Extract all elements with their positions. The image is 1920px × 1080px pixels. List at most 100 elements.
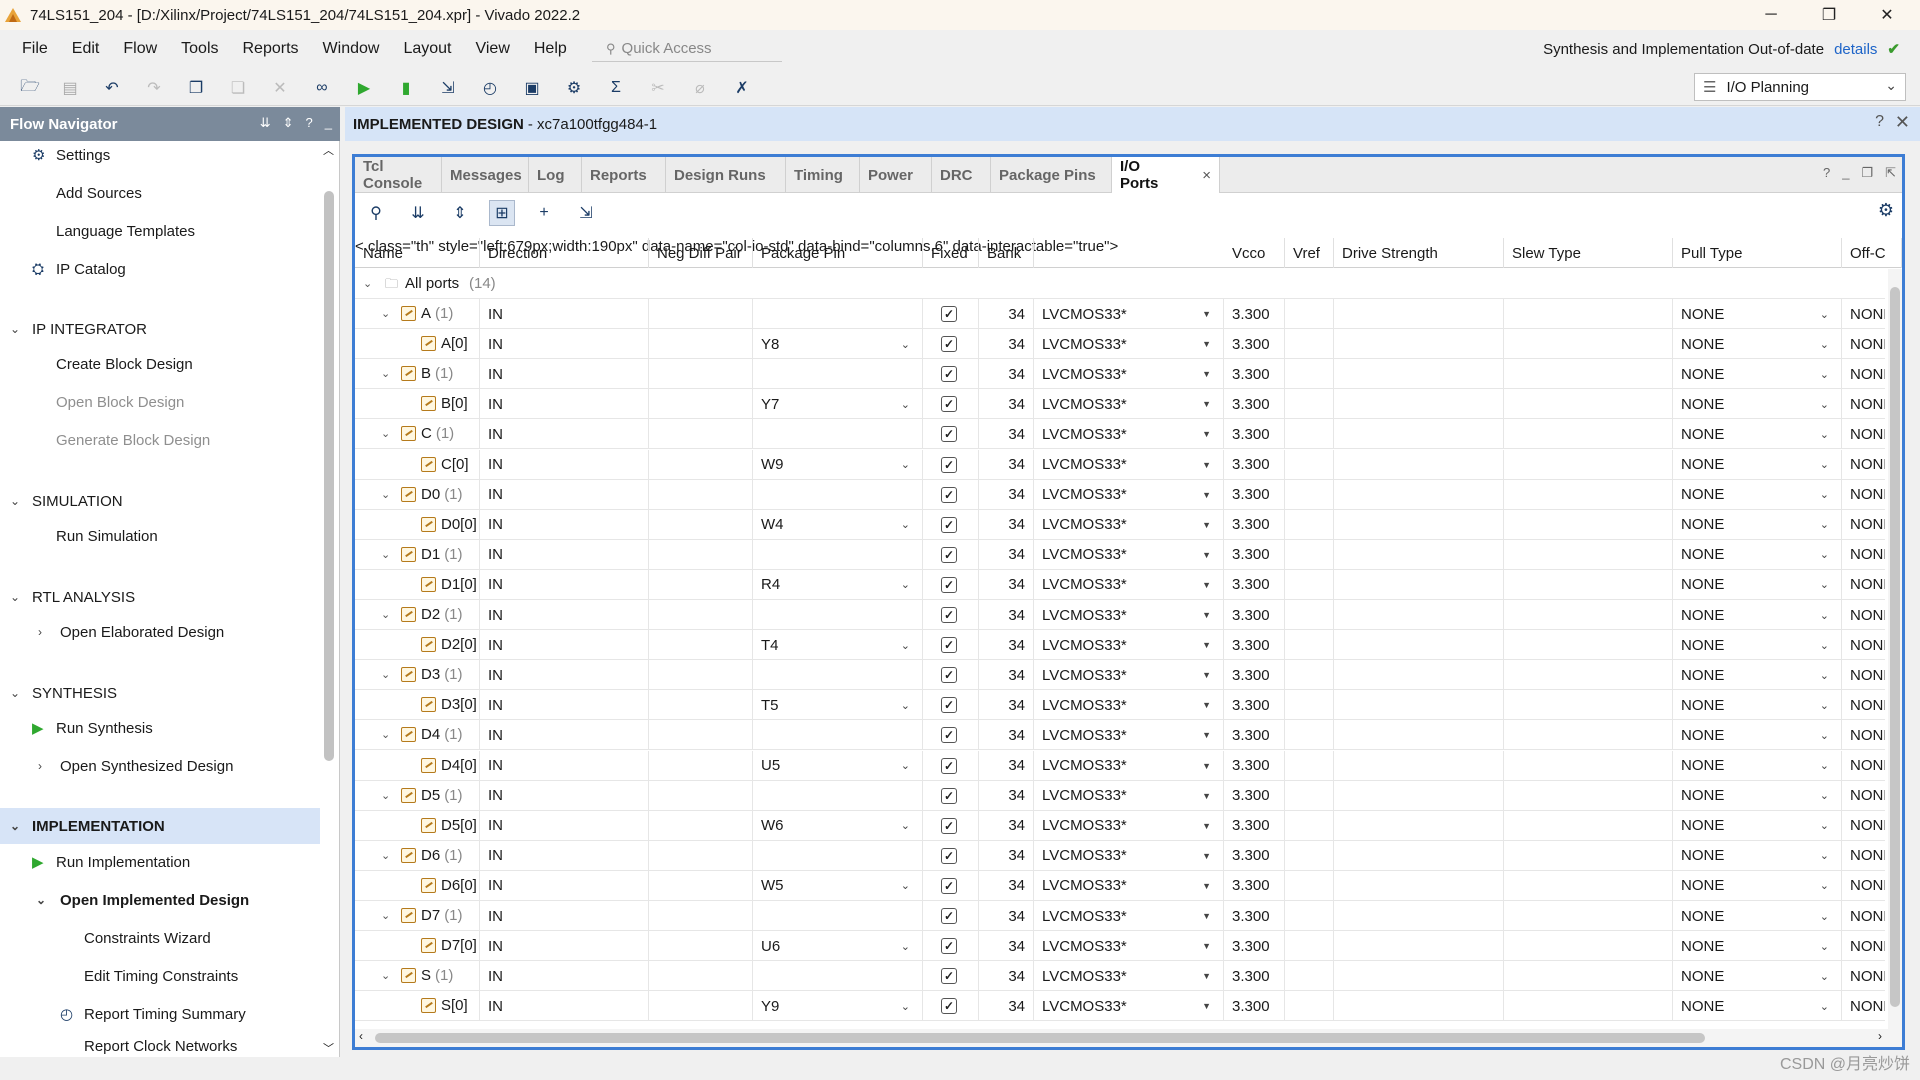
pull-type-cell[interactable]: NONE ⌄ [1673,389,1842,420]
table-vertical-scrollbar[interactable] [1888,269,1902,1029]
details-link[interactable]: details [1834,41,1877,58]
col-name[interactable]: Name [355,238,480,268]
pull-type-cell[interactable]: NONE ⌄ [1673,569,1842,600]
nav-run-implementation[interactable]: ▶ Run Implementation [0,844,320,880]
col-pull-type[interactable]: Pull Type [1673,238,1842,268]
chevron-down-icon[interactable]: ⌄ [901,458,910,471]
nav-open-synthesized-design[interactable]: › Open Synthesized Design [0,748,320,784]
table-row[interactable]: D5[0]INW6⌄✓34LVCMOS33*▼3.300NONE⌄NONE [355,810,1885,841]
chevron-down-icon[interactable]: ⌄ [901,759,910,772]
chevron-down-icon[interactable]: ⌄ [1820,940,1829,953]
expand-all-icon[interactable]: ⇕ [447,200,473,226]
paste-icon[interactable]: ❏ [226,76,250,100]
open-project-icon[interactable]: 🗁 [18,76,42,100]
menu-help[interactable]: Help [522,40,579,58]
nav-section-ip-integrator[interactable]: ⌄ IP INTEGRATOR [0,311,320,347]
drive-strength-cell[interactable] [1334,750,1504,781]
chevron-down-icon[interactable]: ⌄ [1820,488,1829,501]
pull-type-cell[interactable]: NONE ⌄ [1673,630,1842,661]
chevron-right-icon[interactable]: › [1878,1029,1882,1043]
drive-strength-cell[interactable] [1334,419,1504,450]
chevron-down-icon[interactable]: ⌄ [1820,879,1829,892]
collapse-all-icon[interactable]: ⇊ [260,115,271,131]
dropdown-arrow-icon[interactable]: ▼ [1202,399,1211,409]
package-pin-cell[interactable]: W9 ⌄ [753,449,923,480]
fixed-cell[interactable]: ✓ [923,600,979,630]
dropdown-arrow-icon[interactable]: ▼ [1202,580,1211,590]
help-icon[interactable]: ? [306,115,313,131]
pull-type-cell[interactable]: NONE ⌄ [1673,690,1842,721]
package-pin-cell[interactable]: R4 ⌄ [753,569,923,600]
package-pin-cell[interactable]: W5 ⌄ [753,870,923,901]
fixed-cell[interactable]: ✓ [923,780,979,811]
nav-report-clock-networks[interactable]: Report Clock Networks [0,1034,320,1054]
help-icon[interactable]: ? [1823,165,1830,181]
pull-type-cell[interactable]: NONE ⌄ [1673,750,1842,781]
float-icon[interactable]: ⇱ [1885,165,1896,181]
io-std-cell[interactable]: LVCMOS33* ▼ [1034,901,1224,931]
fixed-cell[interactable]: ✓ [923,539,979,570]
drive-strength-cell[interactable] [1334,720,1504,751]
slew-type-cell[interactable] [1504,299,1673,329]
io-std-cell[interactable]: LVCMOS33* ▼ [1034,630,1224,661]
fixed-checkbox[interactable]: ✓ [941,908,957,924]
slew-type-cell[interactable] [1504,660,1673,691]
dropdown-arrow-icon[interactable]: ▼ [1202,761,1211,771]
table-row[interactable]: D0[0]INW4⌄✓34LVCMOS33*▼3.300NONE⌄NONE [355,509,1885,540]
fixed-cell[interactable]: ✓ [923,329,979,360]
table-row[interactable]: B[0]INY7⌄✓34LVCMOS33*▼3.300NONE⌄NONE [355,389,1885,420]
nav-constraints-wizard[interactable]: Constraints Wizard [0,920,320,956]
drive-strength-cell[interactable] [1334,329,1504,360]
io-std-cell[interactable]: LVCMOS33* ▼ [1034,780,1224,811]
tab-drc[interactable]: DRC [932,157,991,193]
undo-icon[interactable]: ↶ [100,76,124,100]
fixed-cell[interactable]: ✓ [923,299,979,329]
slew-type-cell[interactable] [1504,780,1673,811]
scrollbar-thumb[interactable] [324,191,334,761]
slew-type-cell[interactable] [1504,600,1673,630]
menu-file[interactable]: File [10,40,60,58]
table-row[interactable]: ⌄D2(1)IN✓34LVCMOS33*▼3.300NONE⌄NONE [355,600,1885,630]
package-pin-cell[interactable]: U6 ⌄ [753,931,923,962]
fixed-checkbox[interactable]: ✓ [941,727,957,744]
dropdown-arrow-icon[interactable]: ▼ [1202,1001,1211,1011]
fixed-cell[interactable]: ✓ [923,840,979,871]
dropdown-arrow-icon[interactable]: ▼ [1202,309,1211,319]
chevron-down-icon[interactable]: ⌄ [1820,1000,1829,1013]
table-row[interactable]: ⌄D0(1)IN✓34LVCMOS33*▼3.300NONE⌄NONE [355,479,1885,510]
fixed-checkbox[interactable]: ✓ [941,817,957,834]
drive-strength-cell[interactable] [1334,630,1504,661]
col-neg-diff-pair[interactable]: Neg Diff Pair [649,238,753,268]
slew-type-cell[interactable] [1504,509,1673,540]
chevron-down-icon[interactable]: ⌄ [1820,970,1829,983]
nav-scrollbar[interactable]: ︿ ﹀ [323,145,335,1056]
fixed-cell[interactable]: ✓ [923,630,979,661]
drive-strength-cell[interactable] [1334,901,1504,931]
chevron-down-icon[interactable]: ⌄ [901,398,910,411]
fixed-cell[interactable]: ✓ [923,419,979,450]
fixed-cell[interactable]: ✓ [923,660,979,691]
chevron-down-icon[interactable]: ⌄ [1820,910,1829,923]
tab-io-ports[interactable]: I/O Ports × [1112,157,1220,193]
chevron-down-icon[interactable]: ⌄ [1820,548,1829,561]
package-pin-cell[interactable] [753,539,923,570]
report-icon[interactable]: ▣ [520,76,544,100]
nav-generate-block-design[interactable]: Generate Block Design [0,422,320,458]
table-row[interactable]: C[0]INW9⌄✓34LVCMOS33*▼3.300NONE⌄NONE [355,449,1885,480]
io-std-cell[interactable]: LVCMOS33* ▼ [1034,389,1224,420]
fixed-checkbox[interactable]: ✓ [941,787,957,804]
pull-type-cell[interactable]: NONE ⌄ [1673,600,1842,630]
chevron-down-icon[interactable]: ⌄ [1820,699,1829,712]
pull-type-cell[interactable]: NONE ⌄ [1673,810,1842,841]
scrollbar-thumb[interactable] [375,1033,1705,1043]
chevron-down-icon[interactable]: ⌄ [1820,518,1829,531]
export-icon[interactable]: ⇲ [573,200,599,226]
io-std-cell[interactable]: LVCMOS33* ▼ [1034,479,1224,510]
table-row[interactable]: D6[0]INW5⌄✓34LVCMOS33*▼3.300NONE⌄NONE [355,870,1885,901]
chevron-down-icon[interactable]: ⌄ [901,518,910,531]
chevron-down-icon[interactable]: ⌄ [1820,308,1829,321]
package-pin-cell[interactable] [753,780,923,811]
drive-strength-cell[interactable] [1334,359,1504,390]
io-std-cell[interactable]: LVCMOS33* ▼ [1034,299,1224,329]
io-std-cell[interactable]: LVCMOS33* ▼ [1034,870,1224,901]
